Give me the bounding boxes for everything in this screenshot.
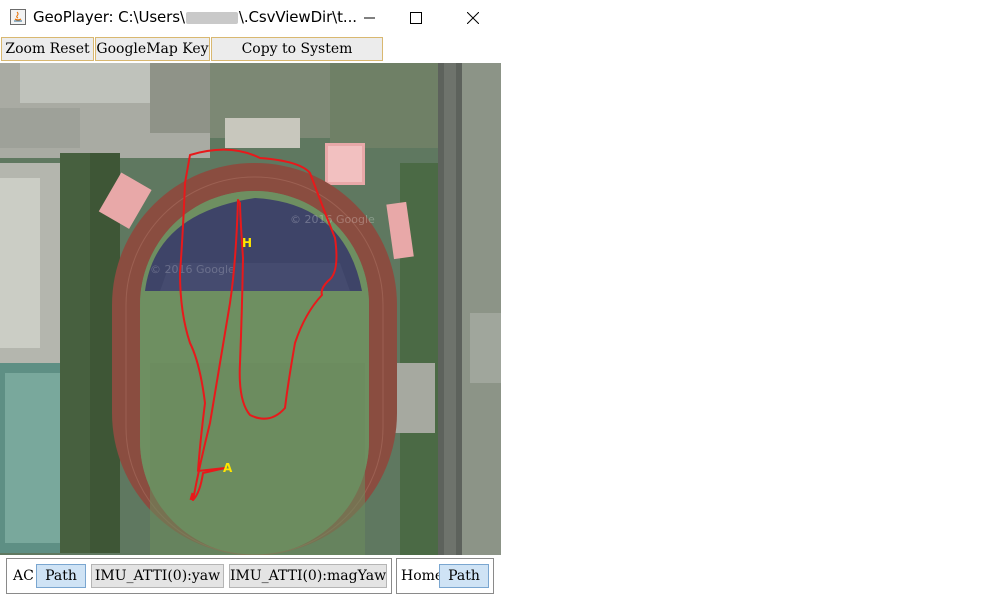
- window-title: GeoPlayer: C:\Users\ \.CsvViewDir\t...: [33, 8, 357, 26]
- close-icon: [467, 12, 479, 24]
- ac-group: AC Path IMU_ATTI(0):yaw IMU_ATTI(0):magY…: [6, 558, 392, 594]
- toolbar: Zoom Reset GoogleMap Key Copy to System …: [0, 36, 501, 79]
- home-marker: H: [242, 236, 252, 250]
- googlemap-key-button[interactable]: GoogleMap Key: [95, 37, 210, 61]
- imu-yaw-button[interactable]: IMU_ATTI(0):yaw: [91, 564, 224, 588]
- title-bar[interactable]: GeoPlayer: C:\Users\ \.CsvViewDir\t...: [0, 0, 501, 36]
- redacted-username: [185, 11, 238, 24]
- home-path-button[interactable]: Path: [439, 564, 489, 588]
- minimize-icon: [364, 17, 375, 19]
- geoplayer-window: GeoPlayer: C:\Users\ \.CsvViewDir\t... Zo…: [0, 0, 501, 599]
- satellite-map[interactable]: © 2016 Google © 2016 Google H A: [0, 63, 501, 555]
- zoom-reset-button[interactable]: Zoom Reset: [1, 37, 94, 61]
- minimize-button[interactable]: [347, 0, 393, 36]
- ac-label: AC: [13, 568, 34, 584]
- home-group: Home Path: [396, 558, 494, 594]
- java-icon[interactable]: [10, 9, 26, 25]
- copy-clipboard-button[interactable]: Copy to System Clipboard: [211, 37, 383, 79]
- maximize-button[interactable]: [393, 0, 439, 36]
- bottom-panel: AC Path IMU_ATTI(0):yaw IMU_ATTI(0):magY…: [0, 555, 501, 599]
- title-prefix: GeoPlayer: C:\Users\: [33, 8, 185, 26]
- map-view[interactable]: © 2016 Google © 2016 Google H A: [0, 63, 501, 555]
- home-label: Home: [401, 568, 444, 584]
- aircraft-marker: A: [223, 461, 233, 475]
- map-watermark: © 2016 Google: [290, 213, 375, 226]
- ac-path-button[interactable]: Path: [36, 564, 86, 588]
- close-button[interactable]: [450, 0, 496, 36]
- maximize-icon: [410, 12, 422, 24]
- map-watermark-2: © 2016 Google: [150, 263, 235, 276]
- imu-magyaw-button[interactable]: IMU_ATTI(0):magYaw: [229, 564, 387, 588]
- title-suffix: \.CsvViewDir\t...: [238, 8, 357, 26]
